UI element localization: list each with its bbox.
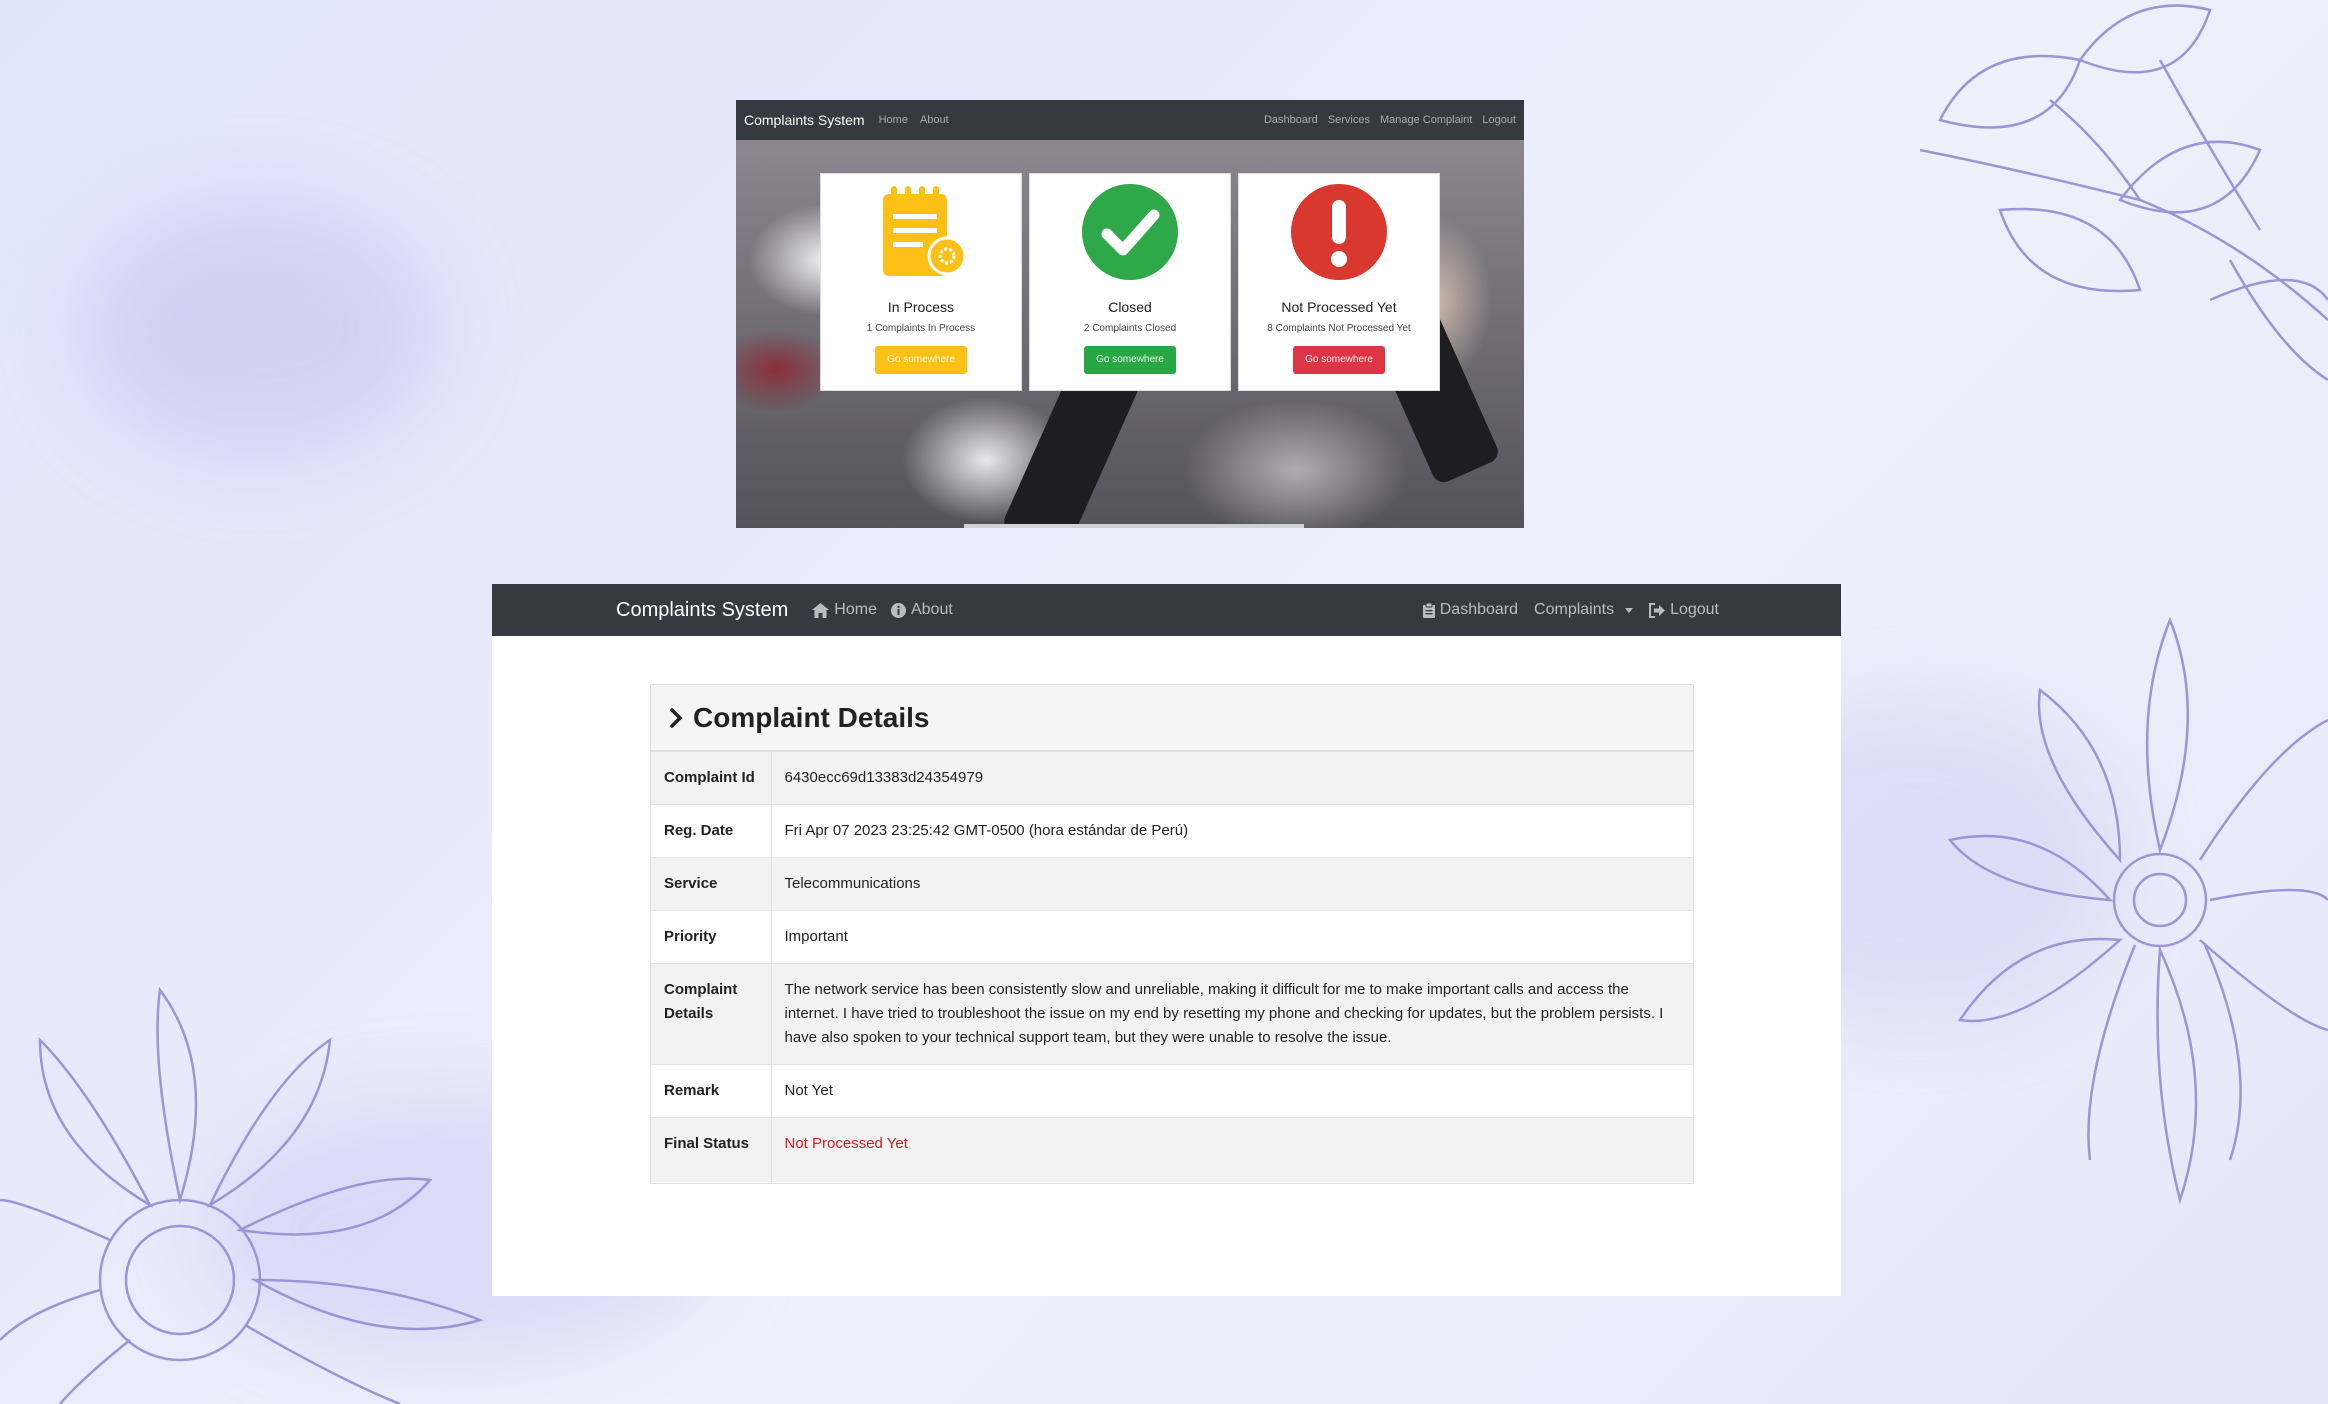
in-process-count: 1 Complaints In Process — [866, 323, 976, 334]
preview-nav-logout[interactable]: Logout — [1482, 114, 1516, 126]
table-row: Complaint Details The network service ha… — [651, 963, 1693, 1065]
in-process-title: In Process — [887, 299, 955, 315]
row-label-complaint-id: Complaint Id — [651, 751, 772, 805]
preview-nav-home[interactable]: Home — [879, 114, 908, 126]
nav-about-label: About — [910, 601, 953, 618]
closed-button[interactable]: Go somewhere — [1084, 346, 1176, 374]
preview-nav-dashboard[interactable]: Dashboard — [1264, 114, 1318, 126]
complaint-details-window: Complaints System Home About Dashboard C… — [492, 584, 1841, 1296]
flower-decoration-right — [1947, 616, 2328, 1205]
panel-title: Complaint Details — [693, 701, 930, 733]
dashboard-preview-screenshot: Complaints System Home About Dashboard S… — [736, 100, 1524, 528]
row-value-complaint-id: 6430ecc69d13383d24354979 — [771, 751, 1693, 805]
flower-decoration-top-right — [1919, 4, 2328, 382]
complaint-details-table: Complaint Id 6430ecc69d13383d24354979 Re… — [651, 751, 1693, 1182]
row-value-service: Telecommunications — [771, 857, 1693, 911]
row-label-reg-date: Reg. Date — [651, 804, 772, 858]
check-circle-icon — [1082, 184, 1178, 280]
preview-nav-about[interactable]: About — [920, 114, 949, 126]
nav-about[interactable]: About — [890, 601, 953, 619]
row-value-priority: Important — [771, 910, 1693, 964]
info-circle-icon — [890, 602, 906, 618]
exclamation-circle-icon — [1291, 184, 1387, 280]
preview-brand[interactable]: Complaints System — [744, 112, 865, 128]
nav-logout[interactable]: Logout — [1649, 601, 1719, 619]
table-row: Priority Important — [651, 910, 1693, 964]
notepad-gear-icon — [883, 186, 967, 276]
flower-decoration-bottom-left — [0, 986, 484, 1404]
table-row: Remark Not Yet — [651, 1064, 1693, 1118]
table-row: Final Status Not Processed Yet — [651, 1117, 1693, 1182]
home-icon — [812, 602, 830, 618]
row-value-reg-date: Fri Apr 07 2023 23:25:42 GMT-0500 (hora … — [771, 804, 1693, 858]
nav-complaints-label: Complaints — [1534, 601, 1615, 618]
nav-home[interactable]: Home — [812, 601, 877, 619]
not-processed-count: 8 Complaints Not Processed Yet — [1267, 323, 1411, 334]
closed-card: Closed 2 Complaints Closed Go somewhere — [1029, 173, 1231, 391]
nav-logout-label: Logout — [1670, 601, 1719, 618]
complaint-details-panel: Complaint Details Complaint Id 6430ecc69… — [650, 684, 1694, 1184]
row-value-remark: Not Yet — [771, 1064, 1693, 1118]
navbar-brand[interactable]: Complaints System — [616, 599, 788, 622]
chevron-down-icon — [1625, 607, 1634, 613]
not-processed-card: Not Processed Yet 8 Complaints Not Proce… — [1238, 173, 1440, 391]
final-status-badge: Not Processed Yet — [771, 1117, 1693, 1182]
chevron-right-icon — [670, 707, 683, 728]
logout-icon — [1649, 602, 1666, 618]
nav-dashboard[interactable]: Dashboard — [1422, 601, 1519, 619]
panel-header: Complaint Details — [651, 685, 1693, 751]
in-process-button[interactable]: Go somewhere — [875, 346, 967, 374]
preview-navbar: Complaints System Home About Dashboard S… — [736, 100, 1524, 140]
not-processed-button[interactable]: Go somewhere — [1293, 346, 1385, 374]
nav-home-label: Home — [834, 601, 877, 618]
table-row: Service Telecommunications — [651, 857, 1693, 911]
in-process-card: In Process 1 Complaints In Process Go so… — [820, 173, 1022, 391]
preview-nav-manage-complaint[interactable]: Manage Complaint — [1380, 114, 1472, 126]
preview-scrollbar[interactable] — [964, 524, 1304, 528]
row-value-complaint-details: The network service has been consistentl… — [771, 963, 1693, 1065]
navbar: Complaints System Home About Dashboard C… — [492, 584, 1841, 636]
preview-nav-services[interactable]: Services — [1328, 114, 1370, 126]
table-row: Complaint Id 6430ecc69d13383d24354979 — [651, 751, 1693, 805]
row-label-priority: Priority — [651, 910, 772, 964]
clipboard-icon — [1422, 602, 1435, 618]
closed-count: 2 Complaints Closed — [1083, 323, 1177, 334]
row-label-final-status: Final Status — [651, 1117, 772, 1182]
nav-dashboard-label: Dashboard — [1439, 601, 1519, 618]
table-row: Reg. Date Fri Apr 07 2023 23:25:42 GMT-0… — [651, 804, 1693, 858]
background-wash — [80, 200, 440, 460]
nav-complaints-dropdown[interactable]: Complaints — [1534, 601, 1634, 619]
not-processed-title: Not Processed Yet — [1281, 299, 1397, 315]
row-label-remark: Remark — [651, 1064, 772, 1118]
row-label-complaint-details: Complaint Details — [651, 963, 772, 1065]
row-label-service: Service — [651, 857, 772, 911]
closed-title: Closed — [1108, 299, 1152, 315]
